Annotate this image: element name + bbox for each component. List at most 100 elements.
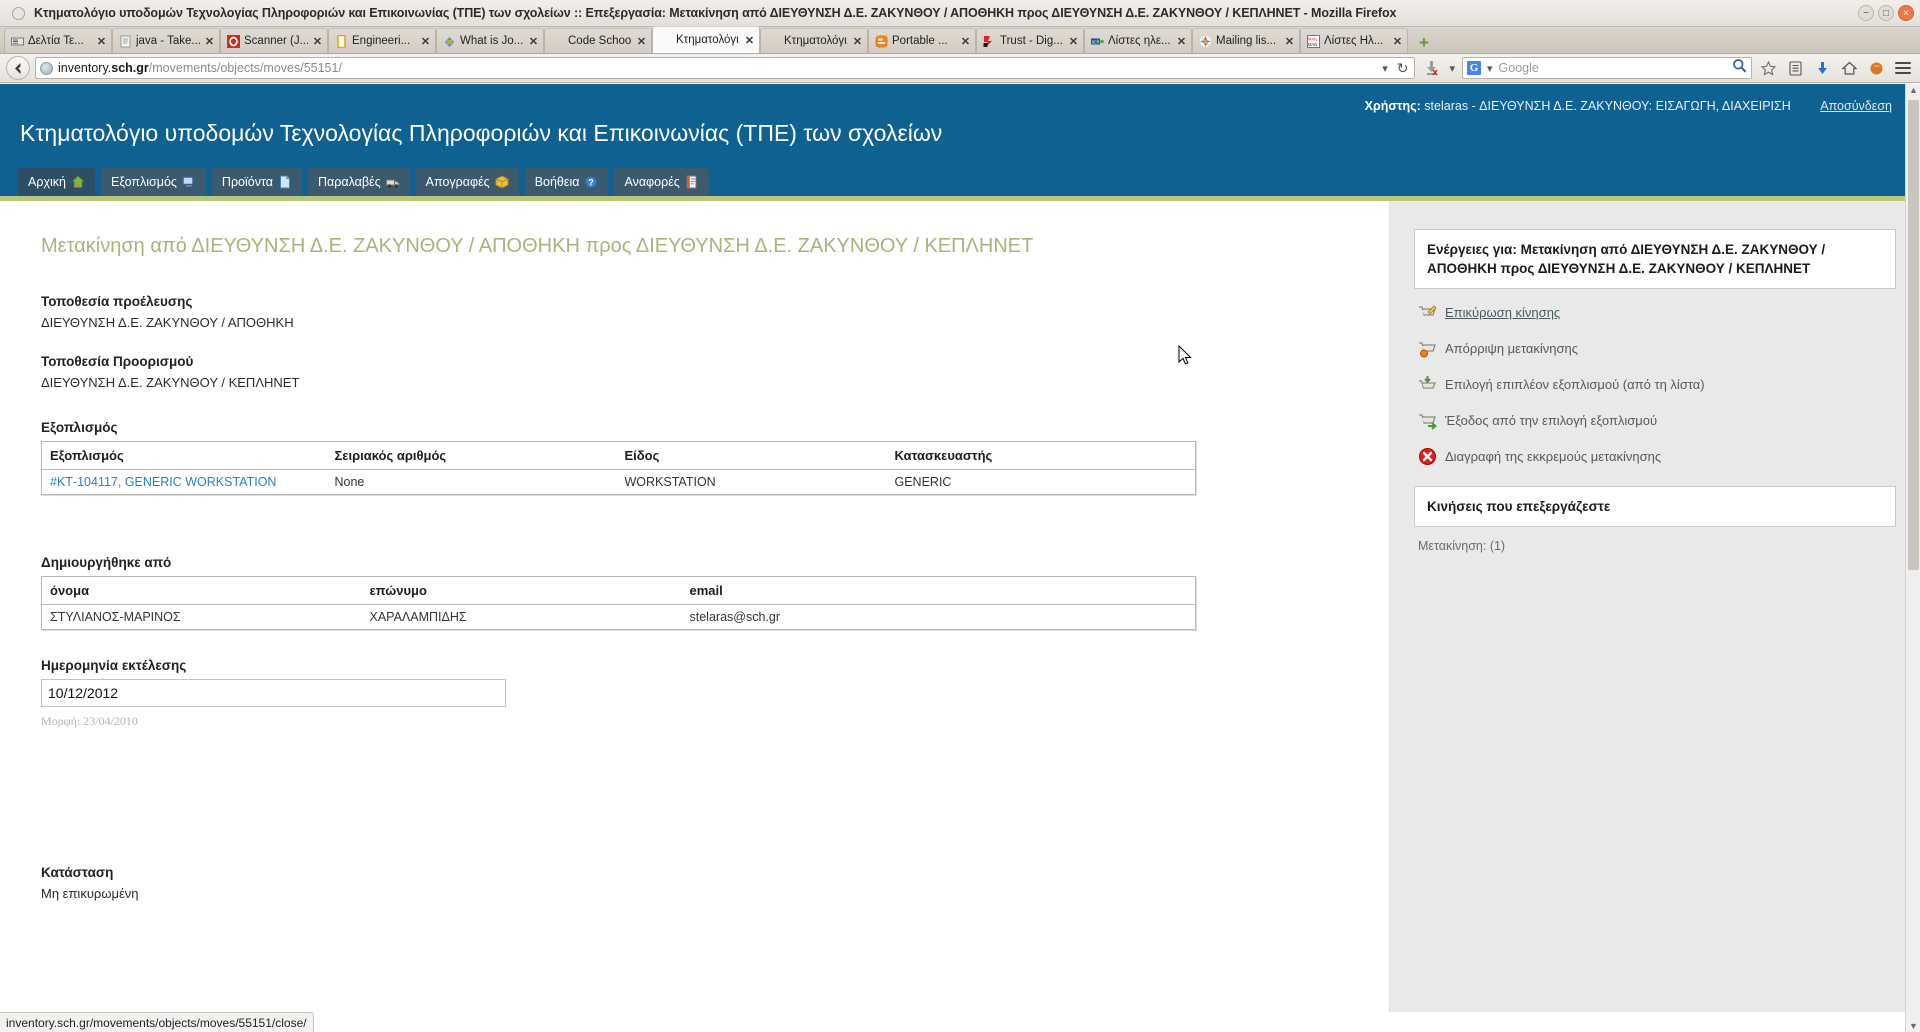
browser-tab-label: Δελτία Τε... [28, 35, 84, 47]
search-magnifier-icon[interactable] [1732, 58, 1747, 78]
minimize-button[interactable]: − [1858, 5, 1874, 21]
search-input[interactable]: G ▾ Google [1462, 57, 1752, 79]
sch-icon: sch [1091, 35, 1104, 48]
logout-link[interactable]: Αποσύνδεση [1820, 99, 1892, 113]
url-bar[interactable]: inventory.sch.gr/movements/objects/moves… [35, 57, 1416, 79]
action-item-3[interactable]: Έξοδος από την επιλογή εξοπλισμού [1418, 411, 1896, 431]
equipment-link[interactable]: #ΚΤ-104117, GENERIC WORKSTATION [50, 475, 276, 489]
tab-close-icon[interactable]: ✕ [636, 35, 647, 48]
new-tab-button[interactable]: + [1413, 31, 1435, 53]
tab-close-icon[interactable]: ✕ [96, 35, 107, 48]
destination-block: Τοποθεσία Προορισμού ΔΙΕΥΘΥΝΣΗ Δ.Ε. ΖΑΚΥ… [41, 354, 1349, 390]
action-item-1[interactable]: Απόρριψη μετακίνησης [1418, 339, 1896, 358]
browser-tab-7[interactable]: Κτηματολόγι... ✕ [760, 28, 868, 53]
back-arrow-icon[interactable] [6, 56, 30, 80]
nav-tab-Απογραφές[interactable]: Απογραφές [415, 168, 519, 196]
execution-date-input[interactable]: 10/12/2012 [41, 679, 506, 707]
tab-close-icon[interactable]: ✕ [420, 35, 431, 48]
tab-close-icon[interactable]: ✕ [1284, 35, 1295, 48]
codeschool-icon [551, 35, 564, 48]
tab-close-icon[interactable]: ✕ [312, 35, 323, 48]
download-caret-icon[interactable]: ▾ [1447, 62, 1457, 75]
destination-label: Τοποθεσία Προορισμού [41, 354, 194, 369]
home-icon[interactable] [1838, 57, 1860, 79]
window-controls[interactable]: − □ × [1858, 5, 1914, 21]
nav-tab-Εξοπλισμός[interactable]: Εξοπλισμός [101, 168, 206, 196]
browser-tab-6[interactable]: Κτηματολόγι... ✕ [652, 26, 760, 53]
browser-navbar[interactable]: inventory.sch.gr/movements/objects/moves… [0, 54, 1920, 83]
nav-tab-Προϊόντα[interactable]: Προϊόντα [211, 168, 302, 196]
doc-icon [335, 34, 348, 48]
url-dropdown-icon[interactable]: ▾ [1380, 62, 1390, 75]
search-engine-caret-icon[interactable]: ▾ [1485, 62, 1495, 75]
tab-close-icon[interactable]: ✕ [528, 35, 539, 48]
reader-list-icon[interactable] [1784, 57, 1806, 79]
browser-tab-8[interactable]: Portable ... ✕ [868, 28, 976, 53]
tab-close-icon[interactable]: ✕ [1392, 35, 1403, 48]
nav-tab-Αναφορές[interactable]: Αναφορές [614, 168, 709, 196]
column-header: email [681, 576, 1196, 605]
browser-tab-label: java - Take... [136, 35, 200, 47]
destination-value: ΔΙΕΥΘΥΝΣΗ Δ.Ε. ΖΑΚΥΝΘΟΥ / ΚΕΠΛΗΝΕΤ [41, 375, 300, 390]
browser-tab-0[interactable]: Δελτία Τε... ✕ [4, 28, 112, 53]
reload-icon[interactable]: ↻ [1395, 60, 1411, 77]
tab-close-icon[interactable]: ✕ [744, 34, 755, 47]
scroll-up-arrow-icon[interactable]: ▲ [1909, 85, 1918, 95]
star-icon[interactable] [1757, 57, 1779, 79]
tab-close-icon[interactable]: ✕ [1068, 35, 1079, 48]
tab-close-icon[interactable]: ✕ [1176, 35, 1187, 48]
browser-tab-label: Mailing lis... [1216, 35, 1277, 47]
nav-tab-Παραλαβές[interactable]: Παραλαβές [307, 168, 410, 196]
download-status-icon[interactable] [1420, 57, 1442, 79]
browser-tab-label: Κτηματολόγι... [784, 35, 848, 47]
nav-tab-label: Αρχική [28, 175, 66, 189]
truck-icon [385, 175, 400, 189]
browser-tab-label: Engineeri... [352, 35, 411, 47]
tab-close-icon[interactable]: ✕ [852, 35, 863, 48]
browser-tab-12[interactable]: MAIL MAN Λίστες Ηλ... ✕ [1300, 28, 1408, 53]
page-scrollbar[interactable]: ▲ ▼ [1905, 84, 1920, 1032]
action-item-2[interactable]: Επιλογή επιπλέον εξοπλισμού (από τη λίστ… [1418, 375, 1896, 394]
actions-list[interactable]: Επικύρωση κίνησης Απόρριψη μετακίνησης Επι… [1418, 303, 1896, 466]
scroll-down-arrow-icon[interactable]: ▼ [1909, 1021, 1918, 1031]
browser-tab-10[interactable]: sch Λίστες ηλε... ✕ [1084, 28, 1192, 53]
browser-tab-11[interactable]: Mailing lis... ✕ [1192, 28, 1300, 53]
actions-panel-title: Ενέργειες για: Μετακίνηση από ΔΙΕΥΘΥΝΣΗ … [1414, 229, 1896, 290]
browser-tab-9[interactable]: Trust - Dig... ✕ [976, 28, 1084, 53]
nav-tab-Αρχική[interactable]: Αρχική [18, 168, 95, 196]
cart-add-icon [1418, 375, 1437, 394]
tab-close-icon[interactable]: ✕ [960, 35, 971, 48]
nav-tab-Βοήθεια[interactable]: Βοήθεια? [524, 168, 609, 196]
scrollbar-thumb[interactable] [1908, 100, 1919, 570]
site-title: Κτηματολόγιο υποδομών Τεχνολογίας Πληροφ… [20, 120, 943, 146]
column-header: όνομα [41, 576, 362, 605]
status-bar: inventory.sch.gr/movements/objects/moves… [0, 1012, 314, 1032]
hamburger-menu-icon[interactable] [1892, 57, 1914, 79]
status-value: Μη επικυρωμένη [41, 886, 139, 901]
downloads-arrow-icon[interactable] [1811, 57, 1833, 79]
main-navigation[interactable]: Αρχική Εξοπλισμός Προϊόντα Παραλαβές Απογραφ… [0, 167, 1920, 201]
nav-tab-label: Παραλαβές [317, 175, 381, 189]
browser-tab-1[interactable]: java - Take... ✕ [112, 28, 220, 53]
maximize-button[interactable]: □ [1878, 5, 1894, 21]
action-item-0[interactable]: Επικύρωση κίνησης [1418, 303, 1896, 322]
browser-tab-5[interactable]: Code School -... ✕ [544, 28, 652, 53]
browser-tab-label: Code School -... [568, 35, 632, 47]
browser-tabstrip[interactable]: Δελτία Τε... ✕ java - Take... ✕ Scanner (J..… [0, 26, 1920, 54]
firefox-icon[interactable] [1865, 57, 1887, 79]
action-item-4[interactable]: Διαγραφή της εκκρεμούς μετακίνησης [1418, 447, 1896, 466]
browser-tab-3[interactable]: Engineeri... ✕ [328, 28, 436, 53]
google-icon: G [1467, 61, 1481, 75]
tab-close-icon[interactable]: ✕ [204, 35, 215, 48]
creator-email: stelaras@sch.gr [681, 604, 1196, 630]
browser-tab-4[interactable]: What is Jo... ✕ [436, 28, 544, 53]
moves-list-item[interactable]: Μετακίνηση: (1) [1418, 539, 1896, 553]
action-label: Επικύρωση κίνησης [1445, 305, 1561, 321]
close-button[interactable]: × [1898, 5, 1914, 21]
origin-value: ΔΙΕΥΘΥΝΣΗ Δ.Ε. ΖΑΚΥΝΘΟΥ / ΑΠΟΘΗΚΗ [41, 315, 294, 330]
question-icon: ? [584, 175, 598, 189]
browser-tab-2[interactable]: Scanner (J... ✕ [220, 28, 328, 53]
origin-label: Τοποθεσία προέλευσης [41, 294, 193, 309]
nav-tab-label: Απογραφές [425, 175, 490, 189]
svg-text:sch: sch [1092, 39, 1100, 45]
